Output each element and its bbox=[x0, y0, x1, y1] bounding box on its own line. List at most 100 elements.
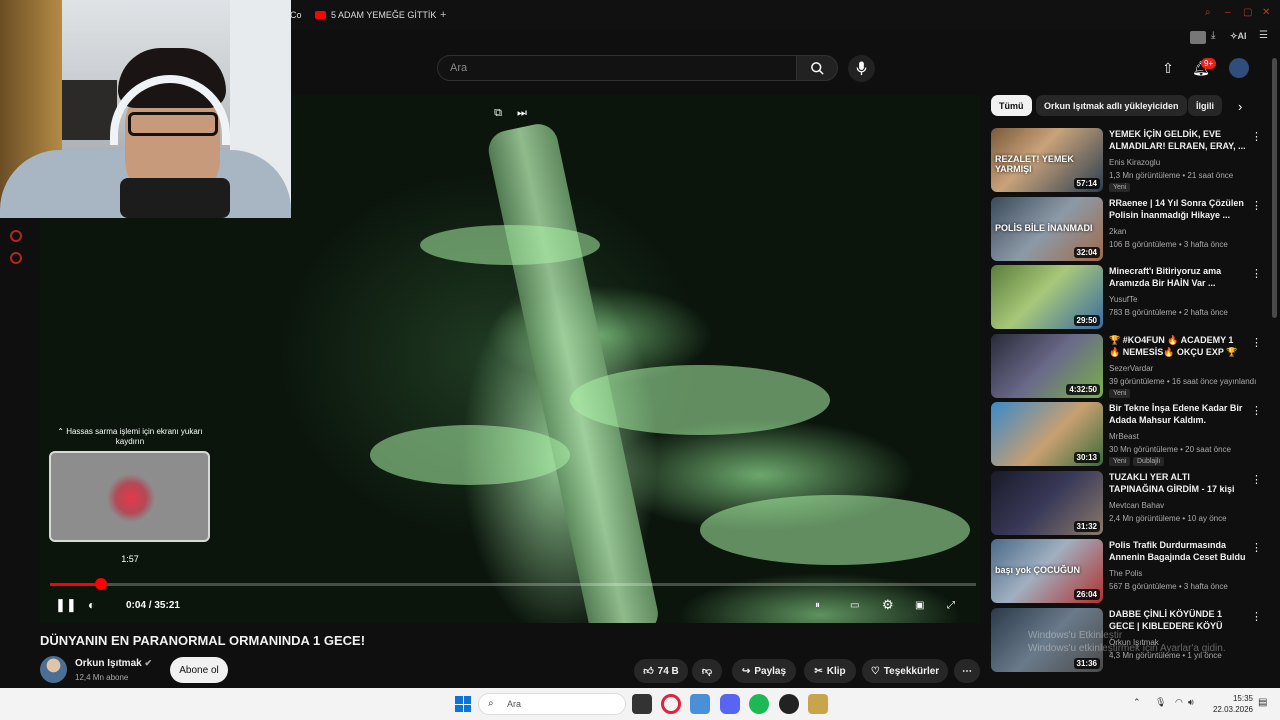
new-tab-button[interactable]: + bbox=[440, 7, 446, 23]
maximize-icon[interactable]: ▢ bbox=[1243, 8, 1253, 18]
recommendation-channel[interactable]: 2kan bbox=[1109, 227, 1126, 236]
video-frame-foliage bbox=[370, 425, 570, 485]
video-thumbnail[interactable]: POLİS BİLE İNANMADI 32:04 bbox=[991, 196, 1103, 261]
dislike-button[interactable]: 👎︎ bbox=[692, 659, 722, 683]
recommendation-title[interactable]: YEMEK İÇİN GELDİK, EVE ALMADILAR! ELRAEN… bbox=[1109, 128, 1247, 152]
upload-button[interactable]: ⇧ bbox=[1158, 58, 1178, 78]
recommendation-channel[interactable]: Mevtcan Bahav bbox=[1109, 501, 1164, 510]
task-view-icon[interactable] bbox=[632, 694, 652, 714]
fullscreen-button[interactable]: ⤢ bbox=[947, 596, 955, 614]
microphone-icon[interactable]: 🎙︎ bbox=[1155, 697, 1166, 708]
speaker-icon[interactable]: 🔊︎ bbox=[1188, 697, 1194, 708]
recommendation-channel[interactable]: MrBeast bbox=[1109, 432, 1139, 441]
video-thumbnail[interactable]: başı yok ÇOCUĞUN 26:04 bbox=[991, 539, 1103, 603]
pause-button[interactable]: ❚❚ bbox=[55, 596, 77, 614]
recommendation-item[interactable]: 31:32 TUZAKLI YER ALTI TAPINAĞINA GİRDİM … bbox=[991, 470, 1262, 535]
close-icon[interactable]: ✕ bbox=[1262, 8, 1272, 18]
search-button[interactable] bbox=[796, 55, 838, 81]
more-vert-icon[interactable]: ⋮ bbox=[1251, 336, 1262, 349]
ai-label: AI bbox=[1237, 31, 1247, 41]
opera-icon[interactable] bbox=[661, 694, 681, 714]
next-video-button[interactable]: ⏭ bbox=[512, 103, 532, 123]
video-thumbnail[interactable]: 30:13 bbox=[991, 402, 1103, 466]
tab-active[interactable]: 5 ADAM YEMEĞE GİTTİK bbox=[315, 7, 436, 23]
verified-icon: ✔ bbox=[144, 658, 153, 668]
recommendation-item[interactable]: 4:32:50 🏆 #KO4FUN 🔥 ACADEMY 1 🔥 NEMESİS🔥 … bbox=[991, 333, 1262, 398]
settings-icon[interactable] bbox=[10, 252, 22, 264]
subtitles-button[interactable]: ▭ bbox=[850, 596, 859, 614]
chevron-right-icon[interactable]: › bbox=[1238, 99, 1242, 114]
clip-button[interactable]: ✂ Klip bbox=[804, 659, 856, 683]
recommendation-channel[interactable]: YusufTe bbox=[1109, 295, 1137, 304]
video-thumbnail[interactable]: 4:32:50 bbox=[991, 333, 1103, 398]
video-frame-foliage bbox=[700, 495, 970, 565]
recommendation-item[interactable]: POLİS BİLE İNANMADI 32:04 RRaenee | 14 Yıl… bbox=[991, 196, 1262, 261]
game-icon[interactable] bbox=[808, 694, 828, 714]
scrollbar[interactable] bbox=[1272, 58, 1277, 318]
more-vert-icon[interactable]: ⋮ bbox=[1251, 130, 1262, 143]
channel-name[interactable]: Orkun Işıtmak ✔ bbox=[75, 658, 152, 669]
wifi-icon[interactable]: ◠ bbox=[1175, 697, 1183, 708]
tray-chevron-icon[interactable]: ⌃ bbox=[1133, 697, 1141, 708]
recommendation-title[interactable]: DABBE ÇİNLİ KÖYÜNDE 1 GECE | KIBLEDERE K… bbox=[1109, 608, 1247, 632]
more-vert-icon[interactable]: ⋮ bbox=[1251, 267, 1262, 280]
settings-button[interactable]: ⚙ bbox=[882, 596, 894, 614]
spotify-icon[interactable] bbox=[749, 694, 769, 714]
more-vert-icon[interactable]: ⋮ bbox=[1251, 404, 1262, 417]
profile-icon[interactable] bbox=[1190, 31, 1206, 44]
chip-related[interactable]: İlgili bbox=[1188, 95, 1222, 116]
miniplayer-button[interactable]: ⧉ bbox=[488, 103, 508, 123]
recommendation-channel[interactable]: SezerVardar bbox=[1109, 364, 1153, 373]
recommendation-item[interactable]: 30:13 Bir Tekne İnşa Edene Kadar Bir Adad… bbox=[991, 402, 1262, 466]
recommendation-title[interactable]: 🏆 #KO4FUN 🔥 ACADEMY 1 🔥 NEMESİS🔥 OKÇU EX… bbox=[1109, 334, 1247, 358]
tab-partial[interactable]: Co bbox=[290, 7, 302, 23]
history-icon[interactable] bbox=[10, 230, 22, 242]
volume-button[interactable]: ◐ bbox=[88, 596, 95, 614]
more-vert-icon[interactable]: ⋮ bbox=[1251, 199, 1262, 212]
thanks-button[interactable]: ♡ Teşekkürler bbox=[862, 659, 948, 683]
recommendation-channel[interactable]: The Polis bbox=[1109, 569, 1142, 578]
start-button[interactable] bbox=[455, 696, 471, 712]
search-input[interactable]: Ara bbox=[437, 55, 797, 81]
app-icon[interactable] bbox=[690, 694, 710, 714]
more-vert-icon[interactable]: ⋮ bbox=[1251, 541, 1262, 554]
recommendation-title[interactable]: Minecraft'ı Bitiriyoruz ama Aramızda Bir… bbox=[1109, 265, 1247, 289]
more-actions-button[interactable]: ⋯ bbox=[954, 659, 980, 683]
recommendation-channel[interactable]: Enis Kirazoglu bbox=[1109, 158, 1160, 167]
video-thumbnail[interactable]: REZALET! YEMEK YARMIŞI 57:14 bbox=[991, 128, 1103, 192]
menu-icon[interactable]: ☰ bbox=[1259, 30, 1268, 41]
avatar[interactable] bbox=[1229, 58, 1249, 78]
subscribe-button[interactable]: Abone ol bbox=[170, 657, 228, 683]
skip-next-icon: ⏭ bbox=[517, 106, 527, 119]
theater-mode-button[interactable]: ▣ bbox=[915, 596, 924, 614]
share-button[interactable]: ↪ Paylaş bbox=[732, 659, 796, 683]
recommendation-item[interactable]: başı yok ÇOCUĞUN 26:04 Polis Trafik Durdur… bbox=[991, 539, 1262, 603]
channel-avatar[interactable] bbox=[40, 656, 67, 683]
more-vert-icon[interactable]: ⋮ bbox=[1251, 473, 1262, 486]
voice-search-button[interactable] bbox=[848, 55, 875, 82]
progress-handle[interactable] bbox=[95, 578, 107, 590]
download-icon[interactable]: ⤓ bbox=[1211, 30, 1215, 41]
recommendation-title[interactable]: Polis Trafik Durdurmasında Annenin Bagaj… bbox=[1109, 539, 1247, 563]
taskbar-search[interactable]: ⌕ Ara bbox=[478, 693, 626, 715]
chip-uploader[interactable]: Orkun Işıtmak adlı yükleyiciden bbox=[1036, 95, 1187, 116]
recommendation-title[interactable]: Bir Tekne İnşa Edene Kadar Bir Adada Mah… bbox=[1109, 402, 1247, 426]
more-vert-icon[interactable]: ⋮ bbox=[1251, 610, 1262, 623]
video-thumbnail[interactable]: 31:32 bbox=[991, 470, 1103, 535]
search-icon[interactable]: ⌕ bbox=[1205, 8, 1215, 18]
notification-center-icon[interactable]: ▤ bbox=[1258, 697, 1267, 708]
recommendation-item[interactable]: 29:50 Minecraft'ı Bitiriyoruz ama Aramızd… bbox=[991, 265, 1262, 329]
obs-icon[interactable] bbox=[779, 694, 799, 714]
progress-bar[interactable] bbox=[50, 583, 976, 586]
autoplay-toggle[interactable]: ⏸ bbox=[815, 596, 820, 614]
video-thumbnail[interactable]: 29:50 bbox=[991, 265, 1103, 329]
recommendation-item[interactable]: REZALET! YEMEK YARMIŞI 57:14 YEMEK İÇİN GE… bbox=[991, 128, 1262, 192]
recommendation-title[interactable]: RRaenee | 14 Yıl Sonra Çözülen Polisin İ… bbox=[1109, 197, 1247, 221]
clock[interactable]: 15:35 22.03.2026 bbox=[1205, 693, 1253, 715]
chip-all[interactable]: Tümü bbox=[991, 95, 1032, 116]
like-button[interactable]: 👍︎ 74 B bbox=[634, 659, 688, 683]
discord-icon[interactable] bbox=[720, 694, 740, 714]
recommendation-title[interactable]: TUZAKLI YER ALTI TAPINAĞINA GİRDİM - 17 … bbox=[1109, 471, 1247, 496]
ai-button[interactable]: ✧AI bbox=[1230, 31, 1247, 42]
minimize-icon[interactable]: – bbox=[1225, 8, 1235, 18]
